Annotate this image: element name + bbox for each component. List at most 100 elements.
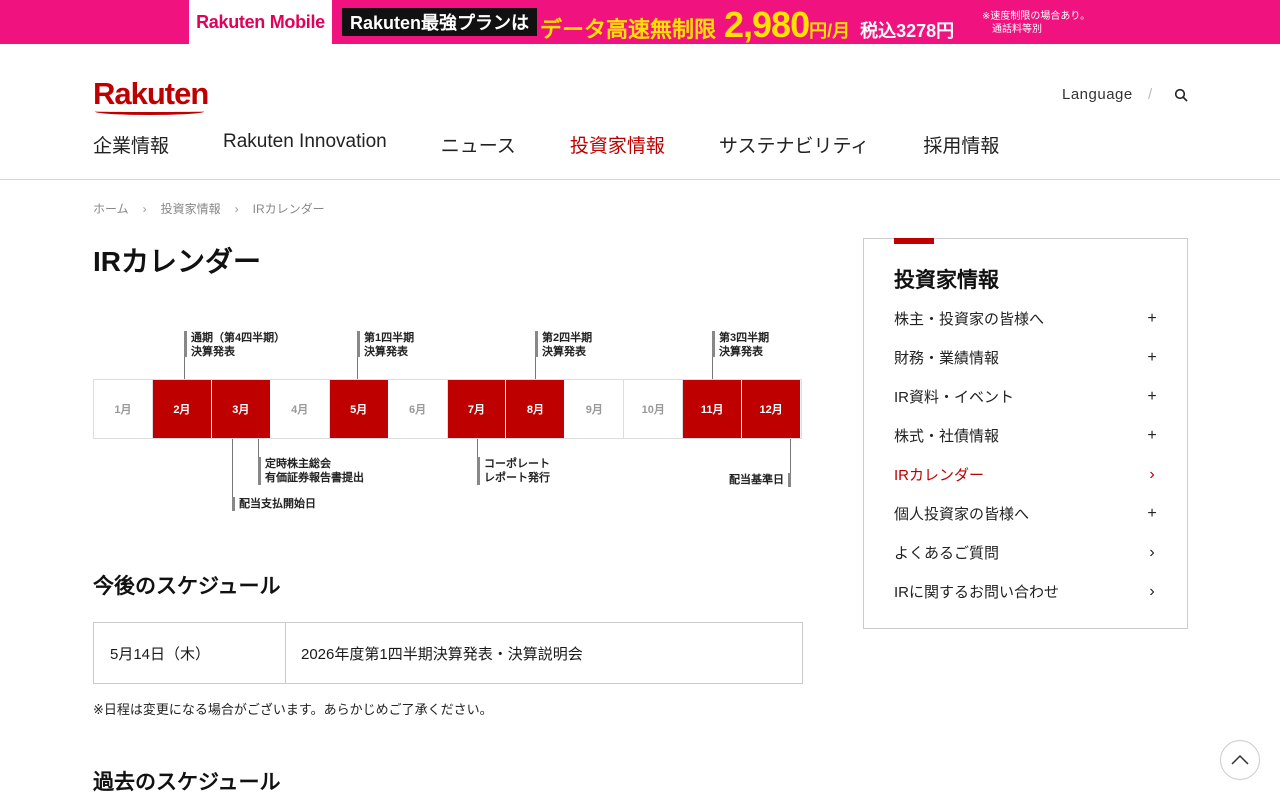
rakuten-logo[interactable]: Rakuten: [93, 76, 209, 115]
month-cell: 10月: [624, 380, 684, 438]
ad-banner[interactable]: Rakuten Mobile Rakuten最強プランは データ高速無制限 2,…: [0, 0, 1280, 45]
sidebar-item-label: IR資料・イベント: [894, 389, 1015, 406]
month-cell: 2月: [152, 380, 212, 438]
plus-icon[interactable]: +: [1146, 427, 1158, 445]
chevron-up-icon: [1231, 755, 1249, 765]
event-q3-results: 第3四半期 決算発表: [712, 331, 770, 385]
nav-corporate[interactable]: 企業情報: [93, 131, 169, 158]
sidebar-item-individual-investors[interactable]: 個人投資家の皆様へ +: [894, 494, 1158, 533]
plus-icon[interactable]: +: [1146, 349, 1158, 367]
schedule-row: 5月14日（木） 2026年度第1四半期決算発表・決算説明会: [93, 622, 803, 684]
event-label: 配当支払開始日: [239, 498, 316, 510]
event-label: 有価証券報告書提出: [265, 472, 364, 484]
sidebar-item-label: 財務・業績情報: [894, 350, 1000, 367]
breadcrumb-investors[interactable]: 投資家情報: [161, 200, 221, 217]
nav-careers[interactable]: 採用情報: [923, 131, 999, 158]
sidebar-item-faq[interactable]: よくあるご質問 ›: [894, 533, 1158, 572]
banner-promo-text: データ高速無制限: [540, 17, 717, 42]
sidebar-item-label: IRに関するお問い合わせ: [894, 584, 1060, 601]
event-label: 決算発表: [719, 346, 763, 358]
event-label: 第2四半期: [542, 332, 593, 344]
sidebar-list: 株主・投資家の皆様へ + 財務・業績情報 + IR資料・イベント + 株式・社債情報 +…: [894, 299, 1158, 611]
sidebar-item-label: 株主・投資家の皆様へ: [894, 311, 1045, 328]
banner-tax: 税込3278円: [860, 21, 955, 41]
banner-note: ※速度制限の場合あり。 通話料等別: [982, 10, 1090, 36]
nav-sustainability[interactable]: サステナビリティ: [719, 131, 869, 158]
language-link[interactable]: Language: [1062, 86, 1133, 103]
banner-plan: Rakuten最強プランは: [342, 8, 538, 36]
main-nav: 企業情報 Rakuten Innovation ニュース 投資家情報 サステナビ…: [93, 131, 1053, 158]
sidebar-item-financial[interactable]: 財務・業績情報 +: [894, 338, 1158, 377]
sidebar-item-contact[interactable]: IRに関するお問い合わせ ›: [894, 572, 1158, 611]
divider-slash: /: [1148, 86, 1153, 103]
sidebar-title: 投資家情報: [894, 269, 999, 292]
event-agm: 定時株主総会 有価証券報告書提出: [258, 439, 364, 485]
banner-note-line1: ※速度制限の場合あり。: [982, 11, 1091, 22]
upcoming-heading: 今後のスケジュール: [93, 575, 281, 598]
event-dividend-payment: 配当支払開始日: [232, 439, 316, 511]
page-title: IRカレンダー: [93, 246, 262, 277]
banner-price: 2,980: [724, 4, 810, 45]
search-icon[interactable]: [1174, 88, 1188, 102]
sidebar-item-shareholders[interactable]: 株主・投資家の皆様へ +: [894, 299, 1158, 338]
event-q4-results: 通期（第4四半期） 決算発表: [184, 331, 286, 385]
header-divider: [0, 179, 1280, 180]
back-to-top-button[interactable]: [1220, 740, 1260, 780]
event-label: 決算発表: [542, 346, 586, 358]
sidebar-item-ir-calendar[interactable]: IRカレンダー ›: [894, 455, 1158, 494]
sidebar-accent: [894, 238, 934, 244]
past-heading: 過去のスケジュール: [93, 771, 281, 794]
breadcrumb-home[interactable]: ホーム: [93, 200, 129, 217]
month-cell: 6月: [389, 380, 448, 438]
nav-innovation[interactable]: Rakuten Innovation: [223, 131, 387, 158]
plus-icon[interactable]: +: [1146, 388, 1158, 406]
chevron-right-icon: ›: [1149, 543, 1155, 561]
schedule-notice: ※日程は変更になる場合がございます。あらかじめご了承ください。: [93, 702, 493, 717]
month-cell: 12月: [742, 380, 802, 438]
event-label: 決算発表: [364, 346, 408, 358]
sidebar-item-label: 株式・社債情報: [894, 428, 1000, 445]
banner-note-line2: 通話料等別: [992, 24, 1042, 35]
sidebar-item-label: 個人投資家の皆様へ: [894, 506, 1030, 523]
month-cell: 11月: [683, 380, 743, 438]
event-corporate-report: コーポレート レポート発行: [477, 439, 550, 485]
month-cell: 5月: [329, 380, 389, 438]
event-dividend-record: 配当基準日: [727, 439, 791, 487]
event-q1-results: 第1四半期 決算発表: [357, 331, 415, 385]
nav-news[interactable]: ニュース: [441, 131, 516, 158]
chevron-right-icon: ›: [1149, 582, 1155, 600]
plus-icon[interactable]: +: [1146, 310, 1158, 328]
sidebar-item-ir-materials[interactable]: IR資料・イベント +: [894, 377, 1158, 416]
event-label: コーポレート: [484, 458, 550, 470]
month-cell: 4月: [271, 380, 330, 438]
sidebar-item-label: IRカレンダー: [894, 467, 985, 484]
chevron-right-icon: ›: [234, 201, 239, 216]
event-label: 第1四半期: [364, 332, 415, 344]
breadcrumb-current: IRカレンダー: [252, 202, 325, 216]
sidebar: 投資家情報 株主・投資家の皆様へ + 財務・業績情報 + IR資料・イベント + 株式…: [863, 238, 1188, 629]
event-label: 定時株主総会: [265, 458, 331, 470]
sidebar-item-stock-bonds[interactable]: 株式・社債情報 +: [894, 416, 1158, 455]
event-label: 通期（第4四半期）: [191, 332, 286, 344]
chevron-right-icon: ›: [142, 201, 147, 216]
month-cell: 3月: [211, 380, 271, 438]
month-strip: 1月 2月 3月 4月 5月 6月 7月 8月 9月 10月 11月 12月: [93, 379, 802, 439]
banner-promo: データ高速無制限 2,980 円/月 税込3278円: [540, 4, 955, 45]
banner-price-unit: 円/月: [809, 21, 851, 41]
chevron-right-icon: ›: [1149, 465, 1155, 483]
plus-icon[interactable]: +: [1146, 505, 1158, 523]
event-label: 配当基準日: [729, 474, 784, 486]
event-label: レポート発行: [484, 472, 550, 484]
month-cell: 8月: [506, 380, 566, 438]
schedule-date: 5月14日（木）: [94, 623, 286, 683]
breadcrumb: ホーム › 投資家情報 › IRカレンダー: [93, 200, 325, 217]
event-label: 第3四半期: [719, 332, 770, 344]
sidebar-item-label: よくあるご質問: [894, 545, 1000, 562]
nav-investors[interactable]: 投資家情報: [570, 131, 665, 158]
banner-brand: Rakuten Mobile: [189, 0, 332, 44]
event-label: 決算発表: [191, 346, 235, 358]
ir-calendar: 通期（第4四半期） 決算発表 第1四半期 決算発表 第2四半期 決算発表 第3四…: [93, 325, 803, 525]
month-cell: 1月: [94, 380, 153, 438]
month-cell: 9月: [565, 380, 625, 438]
month-cell: 7月: [447, 380, 507, 438]
